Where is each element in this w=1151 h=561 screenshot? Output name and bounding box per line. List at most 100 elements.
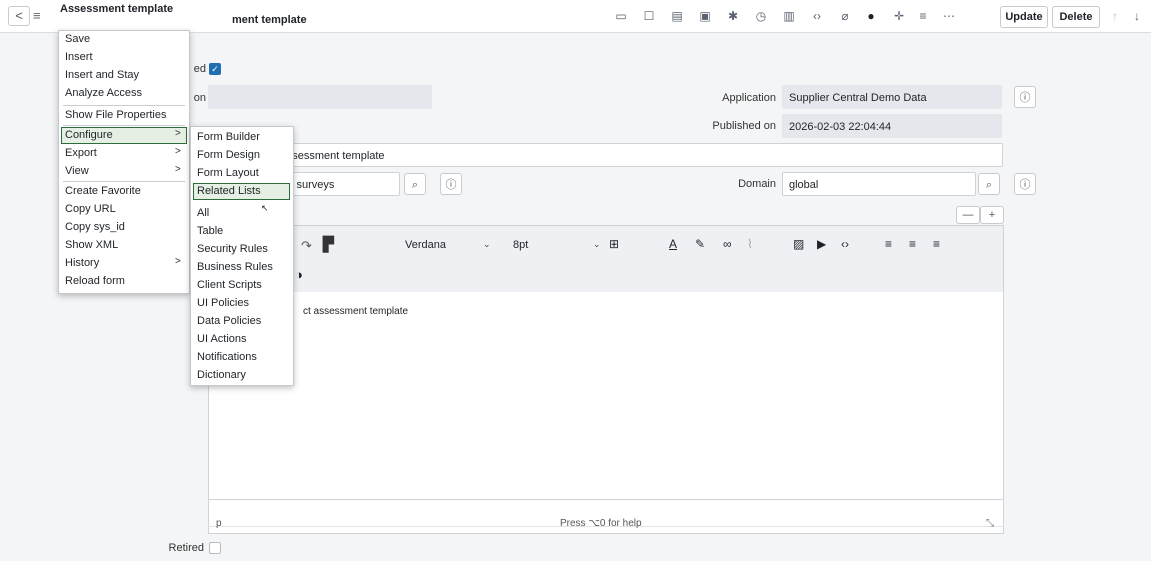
form-icon[interactable]: ▣	[696, 7, 714, 25]
text-color-icon[interactable]: A	[669, 237, 677, 251]
form-subtitle: ment template	[232, 14, 307, 26]
menu-item-copy-sys-id[interactable]: Copy sys_id	[65, 221, 125, 233]
pin-icon[interactable]: ✛	[890, 7, 908, 25]
arrow-down-icon[interactable]: ↓	[1128, 7, 1146, 25]
submenu-item-client-scripts[interactable]: Client Scripts	[197, 279, 262, 291]
editor-toolbar: ↶ ↷ ▛ Verdana ⌄ 8pt ⌄ ⊞ A ✎ ∞ ⌇ ▨ ▶ ‹› ≡…	[209, 226, 1003, 292]
align-center-icon[interactable]: ≡	[909, 237, 916, 251]
submenu-item-data-policies[interactable]: Data Policies	[197, 315, 261, 327]
menu-item-show-xml[interactable]: Show XML	[65, 239, 118, 251]
menu-item-history[interactable]: History	[65, 257, 99, 269]
search-icon[interactable]: ⌕	[404, 173, 426, 195]
submenu-item-form-layout[interactable]: Form Layout	[197, 167, 259, 179]
menu-item-view[interactable]: View	[65, 165, 89, 177]
save-icon[interactable]: ▤	[668, 7, 686, 25]
expand-icon[interactable]: +	[980, 206, 1004, 224]
editor-path: p	[216, 518, 222, 529]
delete-button[interactable]: Delete	[1052, 6, 1100, 28]
application-field: Supplier Central Demo Data	[782, 85, 1002, 109]
history-icon[interactable]: ◷	[752, 7, 770, 25]
chevron-right-icon: >	[175, 146, 181, 157]
search-icon[interactable]: ⌕	[978, 173, 1000, 195]
submenu-item-form-design[interactable]: Form Design	[197, 149, 260, 161]
video-icon[interactable]: ▶	[817, 237, 826, 251]
domain-field[interactable]: global	[782, 172, 976, 196]
arrow-up-icon[interactable]: ↑	[1106, 7, 1124, 25]
menu-item-show-file-properties[interactable]: Show File Properties	[65, 109, 167, 121]
submenu-item-table[interactable]: Table	[197, 225, 223, 237]
info-icon[interactable]: ⓘ	[1014, 86, 1036, 108]
align-right-icon[interactable]: ≡	[933, 237, 940, 251]
paperclip-icon[interactable]: ⌀	[836, 7, 854, 25]
update-button[interactable]: Update	[1000, 6, 1048, 28]
image-icon[interactable]: ▨	[793, 237, 804, 251]
menu-separator	[63, 105, 185, 106]
configure-submenu: Form Builder Form Design Form Layout Rel…	[190, 126, 294, 386]
menu-item-reload-form[interactable]: Reload form	[65, 275, 125, 287]
mouse-cursor-icon: ↖	[261, 203, 269, 213]
chevron-right-icon: >	[175, 128, 181, 139]
submenu-item-business-rules[interactable]: Business Rules	[197, 261, 273, 273]
font-size-select[interactable]: 8pt	[513, 239, 528, 251]
submenu-item-notifications[interactable]: Notifications	[197, 351, 257, 363]
menu-separator	[63, 181, 185, 182]
more-icon[interactable]: ⋯	[940, 7, 958, 25]
chat-icon[interactable]: ☐	[640, 7, 658, 25]
submenu-item-all[interactable]: All	[197, 207, 209, 219]
menu-item-configure[interactable]: Configure	[65, 129, 113, 141]
description-field[interactable]	[208, 85, 432, 109]
source-code-icon[interactable]: ‹›	[841, 237, 849, 251]
menu-item-insert[interactable]: Insert	[65, 51, 93, 63]
bug-icon[interactable]: ✱	[724, 7, 742, 25]
chevron-right-icon: >	[175, 164, 181, 175]
submenu-item-dictionary[interactable]: Dictionary	[197, 369, 246, 381]
menu-item-copy-url[interactable]: Copy URL	[65, 203, 116, 215]
editor-content: ct assessment template	[303, 306, 409, 317]
domain-label: Domain	[738, 178, 776, 190]
info-icon[interactable]: ⓘ	[440, 173, 462, 195]
collapse-icon[interactable]: —	[956, 206, 980, 224]
menu-item-analyze-access[interactable]: Analyze Access	[65, 87, 142, 99]
header-bar: < ≡ Assessment template ment template ▭ …	[0, 0, 1151, 33]
published-on-label: Published on	[712, 120, 776, 132]
contrast-icon[interactable]: ◑	[295, 267, 303, 282]
chevron-down-icon[interactable]: ⌄	[593, 239, 601, 250]
editor-help-text: Press ⌥0 for help	[560, 518, 642, 529]
rich-text-editor[interactable]: ↶ ↷ ▛ Verdana ⌄ 8pt ⌄ ⊞ A ✎ ∞ ⌇ ▨ ▶ ‹› ≡…	[208, 225, 1004, 500]
form-title: Assessment template	[60, 3, 174, 15]
chevron-right-icon: >	[175, 256, 181, 267]
link-icon[interactable]: ∞	[723, 237, 732, 251]
submenu-item-ui-policies[interactable]: UI Policies	[197, 297, 249, 309]
chevron-down-icon[interactable]: ⌄	[483, 239, 491, 250]
hamburger-menu-icon[interactable]: ≡	[33, 8, 41, 23]
code-icon[interactable]: ‹›	[808, 7, 826, 25]
highlight-icon[interactable]: ✎	[695, 237, 705, 251]
menu-item-insert-and-stay[interactable]: Insert and Stay	[65, 69, 139, 81]
table-icon[interactable]: ⊞	[609, 237, 619, 251]
back-button[interactable]: <	[8, 6, 30, 26]
retired-label: Retired	[168, 542, 204, 554]
retired-checkbox[interactable]	[209, 542, 221, 554]
info-icon[interactable]: ⓘ	[1014, 173, 1036, 195]
font-family-select[interactable]: Verdana	[405, 239, 446, 251]
menu-separator	[63, 125, 185, 126]
attachment-doc-icon[interactable]: ▥	[780, 7, 798, 25]
menu-item-save[interactable]: Save	[65, 33, 90, 45]
help-icon[interactable]: ●	[862, 7, 880, 25]
submenu-item-related-lists[interactable]: Related Lists	[197, 185, 261, 197]
format-painter-icon[interactable]: ▛	[323, 236, 334, 253]
name-field[interactable]: ct assessment template	[260, 143, 1003, 167]
published-on-field: 2026-02-03 22:04:44	[782, 114, 1002, 138]
submenu-item-security-rules[interactable]: Security Rules	[197, 243, 268, 255]
menu-item-export[interactable]: Export	[65, 147, 97, 159]
redo-icon[interactable]: ↷	[301, 238, 312, 254]
unlink-icon[interactable]: ⌇	[747, 237, 753, 251]
menu-item-create-favorite[interactable]: Create Favorite	[65, 185, 141, 197]
align-left-icon[interactable]: ≡	[885, 237, 892, 251]
submenu-item-form-builder[interactable]: Form Builder	[197, 131, 260, 143]
settings-icon[interactable]: ≡	[914, 7, 932, 25]
resize-handle-icon[interactable]: ⤡	[986, 518, 994, 529]
comment-icon[interactable]: ▭	[612, 7, 630, 25]
submenu-item-ui-actions[interactable]: UI Actions	[197, 333, 247, 345]
published-checkbox[interactable]: ✓	[209, 63, 221, 75]
